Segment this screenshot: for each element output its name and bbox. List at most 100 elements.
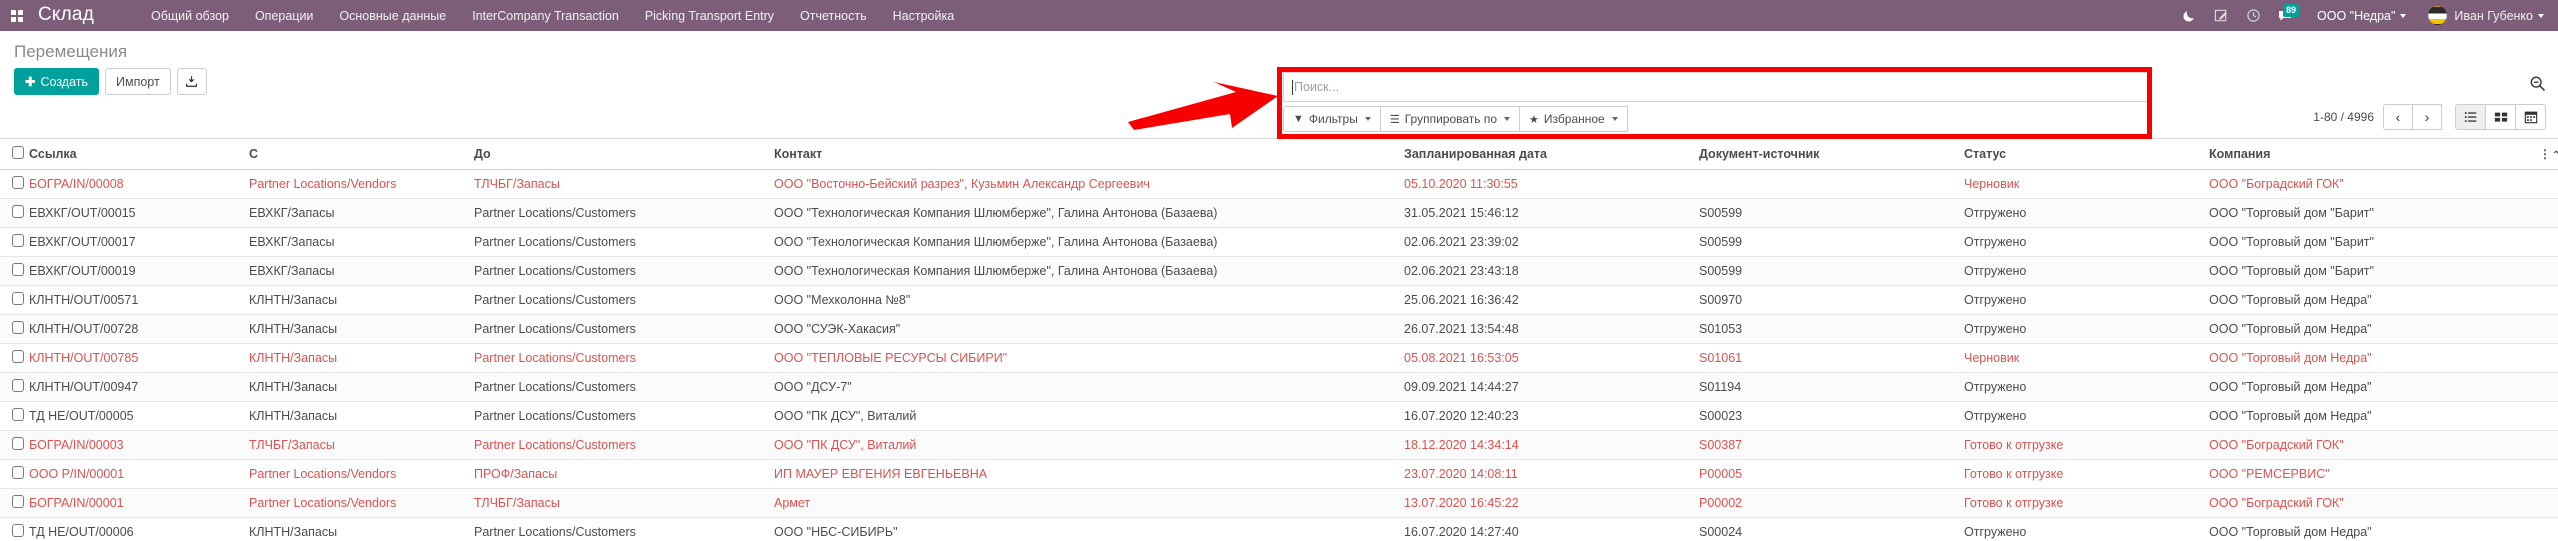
import-button[interactable]: Импорт: [105, 68, 171, 95]
pager-previous-button[interactable]: ‹: [2383, 104, 2413, 130]
calendar-view-button[interactable]: [2515, 104, 2546, 130]
row-checkbox-cell[interactable]: [0, 343, 29, 373]
page-title: Перемещения: [14, 42, 128, 61]
chevron-up-icon: ⌃: [2552, 150, 2558, 161]
row-checkbox-cell[interactable]: [0, 256, 29, 286]
table-row[interactable]: БОГРА/IN/00001 Partner Locations/Vendors Т…: [0, 488, 2558, 518]
chat-icon[interactable]: 89: [2269, 0, 2301, 31]
menu-item-picking-transport-entry[interactable]: Picking Transport Entry: [632, 3, 787, 29]
app-brand-title[interactable]: Склад: [34, 4, 98, 28]
table-row[interactable]: ТД НЕ/OUT/00006 КЛНТН/Запасы Partner Locat…: [0, 517, 2558, 541]
cell-source-document: S01053: [1699, 314, 1964, 344]
cell-from: КЛНТН/Запасы: [249, 285, 474, 315]
records-table-container: Ссылка С До Контакт Запланированная дата…: [0, 139, 2558, 541]
table-row[interactable]: КЛНТН/OUT/00947 КЛНТН/Запасы Partner Locat…: [0, 372, 2558, 402]
table-row[interactable]: БОГРА/IN/00003 ТЛЧБГ/Запасы Partner Locati…: [0, 430, 2558, 460]
cell-from: КЛНТН/Запасы: [249, 517, 474, 541]
user-menu[interactable]: Иван Губенко: [2416, 6, 2544, 25]
menu-item-master-data[interactable]: Основные данные: [326, 3, 459, 29]
menu-item-reporting[interactable]: Отчетность: [787, 3, 880, 29]
cell-source-document: [1699, 169, 1964, 199]
column-header-from[interactable]: С: [249, 139, 474, 170]
row-checkbox-cell[interactable]: [0, 314, 29, 344]
favorites-button[interactable]: ★ Избранное: [1519, 106, 1628, 132]
table-row[interactable]: КЛНТН/OUT/00571 КЛНТН/Запасы Partner Locat…: [0, 285, 2558, 315]
row-checkbox[interactable]: [12, 466, 24, 479]
column-header-source-document[interactable]: Документ-источник: [1699, 139, 1964, 170]
filters-button[interactable]: ▼ Фильтры: [1283, 106, 1381, 132]
row-checkbox[interactable]: [12, 408, 24, 421]
cell-scheduled-date: 02.06.2021 23:43:18: [1404, 256, 1699, 286]
row-checkbox[interactable]: [12, 234, 24, 247]
column-header-status[interactable]: Статус: [1964, 139, 2209, 170]
table-row[interactable]: ЕВХКГ/OUT/00017 ЕВХКГ/Запасы Partner Locat…: [0, 227, 2558, 257]
cell-reference: БОГРА/IN/00008: [29, 169, 249, 199]
row-checkbox[interactable]: [12, 379, 24, 392]
search-toggle-button[interactable]: [2529, 68, 2546, 98]
row-checkbox-cell[interactable]: [0, 488, 29, 518]
row-checkbox-cell[interactable]: [0, 430, 29, 460]
cell-source-document: S00970: [1699, 285, 1964, 315]
row-checkbox[interactable]: [12, 350, 24, 363]
select-all-checkbox[interactable]: [12, 146, 24, 159]
cell-status: Отгружено: [1964, 256, 2209, 286]
row-checkbox[interactable]: [12, 263, 24, 276]
row-checkbox-cell[interactable]: [0, 227, 29, 257]
cell-options: [2539, 314, 2558, 344]
cell-from: ЕВХКГ/Запасы: [249, 227, 474, 257]
annotation-arrow: [1128, 82, 1278, 130]
row-checkbox[interactable]: [12, 321, 24, 334]
menu-item-overview[interactable]: Общий обзор: [138, 3, 242, 29]
row-checkbox-cell[interactable]: [0, 372, 29, 402]
moon-icon[interactable]: [2173, 0, 2205, 31]
row-checkbox[interactable]: [12, 176, 24, 189]
list-view-button[interactable]: [2455, 104, 2486, 130]
cell-reference: ЕВХКГ/OUT/00015: [29, 198, 249, 228]
search-icon: [2530, 76, 2546, 91]
row-checkbox-cell[interactable]: [0, 459, 29, 489]
download-button[interactable]: [176, 68, 207, 95]
column-header-scheduled-date[interactable]: Запланированная дата: [1404, 139, 1699, 170]
cell-contact: ООО "ТЕПЛОВЫЕ РЕСУРСЫ СИБИРИ": [774, 343, 1404, 373]
column-header-reference[interactable]: Ссылка: [29, 139, 249, 170]
group-by-button[interactable]: ☰ Группировать по: [1379, 106, 1521, 132]
cell-options: [2539, 401, 2558, 431]
row-checkbox[interactable]: [12, 524, 24, 537]
column-header-to[interactable]: До: [474, 139, 774, 170]
menu-item-operations[interactable]: Операции: [242, 3, 326, 29]
cell-options: [2539, 227, 2558, 257]
column-header-company[interactable]: Компания: [2209, 139, 2539, 170]
row-checkbox-cell[interactable]: [0, 285, 29, 315]
table-row[interactable]: КЛНТН/OUT/00728 КЛНТН/Запасы Partner Locat…: [0, 314, 2558, 344]
row-checkbox[interactable]: [12, 292, 24, 305]
row-checkbox-cell[interactable]: [0, 169, 29, 199]
company-selector-label: ООО "Недра": [2317, 8, 2396, 23]
row-checkbox[interactable]: [12, 205, 24, 218]
search-input[interactable]: Поиск...: [1283, 72, 2148, 102]
row-checkbox-cell[interactable]: [0, 198, 29, 228]
cell-reference: ТД НЕ/OUT/00006: [29, 517, 249, 541]
table-body: БОГРА/IN/00008 Partner Locations/Vendors Т…: [0, 169, 2558, 541]
table-row[interactable]: ООО Р/IN/00001 Partner Locations/Vendors П…: [0, 459, 2558, 489]
column-header-contact[interactable]: Контакт: [774, 139, 1404, 170]
table-row[interactable]: ЕВХКГ/OUT/00015 ЕВХКГ/Запасы Partner Locat…: [0, 198, 2558, 228]
menu-item-settings[interactable]: Настройка: [880, 3, 968, 29]
row-checkbox-cell[interactable]: [0, 517, 29, 541]
clock-icon[interactable]: [2237, 0, 2269, 31]
table-row[interactable]: БОГРА/IN/00008 Partner Locations/Vendors Т…: [0, 169, 2558, 199]
table-row[interactable]: КЛНТН/OUT/00785 КЛНТН/Запасы Partner Locat…: [0, 343, 2558, 373]
pager-next-button[interactable]: ›: [2412, 104, 2442, 130]
row-checkbox[interactable]: [12, 495, 24, 508]
row-checkbox[interactable]: [12, 437, 24, 450]
cell-company: ООО "Торговый дом Недра": [2209, 517, 2539, 541]
create-button[interactable]: ✚ Создать: [14, 68, 99, 95]
edit-note-icon[interactable]: [2205, 0, 2237, 31]
apps-grid-icon[interactable]: [0, 0, 34, 31]
table-row[interactable]: ТД НЕ/OUT/00005 КЛНТН/Запасы Partner Locat…: [0, 401, 2558, 431]
menu-item-intercompany-transaction[interactable]: InterCompany Transaction: [459, 3, 632, 29]
table-row[interactable]: ЕВХКГ/OUT/00019 ЕВХКГ/Запасы Partner Locat…: [0, 256, 2558, 286]
kanban-view-button[interactable]: [2485, 104, 2516, 130]
column-options-header[interactable]: ⋮⌃: [2539, 139, 2558, 170]
row-checkbox-cell[interactable]: [0, 401, 29, 431]
company-selector[interactable]: ООО "Недра": [2301, 9, 2416, 23]
